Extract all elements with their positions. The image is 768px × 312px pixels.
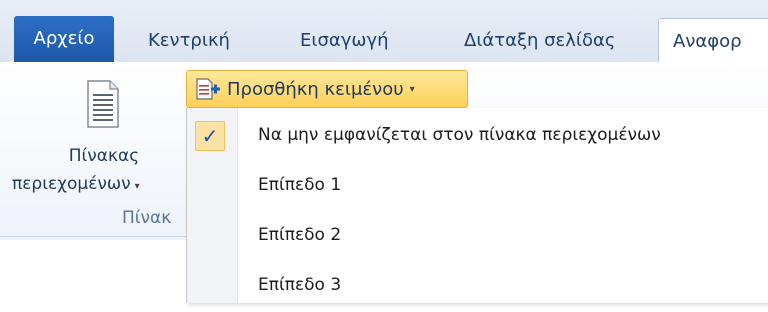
chevron-down-icon: ▾ — [134, 181, 140, 192]
menu-item-label: Να μην εμφανίζεται στον πίνακα περιεχομέ… — [258, 125, 661, 145]
tab-insert[interactable]: Εισαγωγή — [300, 20, 389, 62]
menu-item-level-3[interactable]: Επίπεδο 3 — [187, 262, 768, 312]
menu-item-do-not-show[interactable]: ✓ Να μην εμφανίζεται στον πίνακα περιεχο… — [187, 112, 768, 162]
tab-file[interactable]: Αρχείο — [14, 16, 114, 62]
tab-references[interactable]: Αναφορ — [658, 18, 768, 64]
chevron-down-icon: ▾ — [409, 83, 415, 95]
tab-home[interactable]: Κεντρική — [148, 20, 230, 62]
check-icon: ✓ — [195, 121, 225, 151]
ribbon-tab-strip: Αρχείο Κεντρική Εισαγωγή Διάταξη σελίδας… — [0, 0, 768, 64]
group-separator — [0, 236, 190, 237]
menu-item-label: Επίπεδο 1 — [258, 175, 342, 195]
menu-item-label: Επίπεδο 3 — [258, 275, 342, 295]
add-text-button[interactable]: Προσθήκη κειμένου ▾ — [186, 70, 468, 108]
menu-item-level-2[interactable]: Επίπεδο 2 — [187, 212, 768, 262]
table-of-contents-icon[interactable] — [86, 80, 120, 128]
tab-page-layout[interactable]: Διάταξη σελίδας — [464, 20, 615, 62]
toc-button-label-text: περιεχομένων — [12, 174, 131, 194]
add-text-icon — [196, 78, 220, 100]
toc-button-label-line1[interactable]: Πίνακας — [54, 146, 154, 166]
group-label-toc: Πίνακ — [122, 208, 172, 228]
menu-item-level-1[interactable]: Επίπεδο 1 — [187, 162, 768, 212]
add-text-label: Προσθήκη κειμένου — [227, 78, 404, 100]
add-text-dropdown-menu: ✓ Να μην εμφανίζεται στον πίνακα περιεχο… — [186, 108, 768, 303]
menu-item-label: Επίπεδο 2 — [258, 225, 342, 245]
toc-button-label-line2[interactable]: περιεχομένων ▾ — [12, 174, 140, 194]
